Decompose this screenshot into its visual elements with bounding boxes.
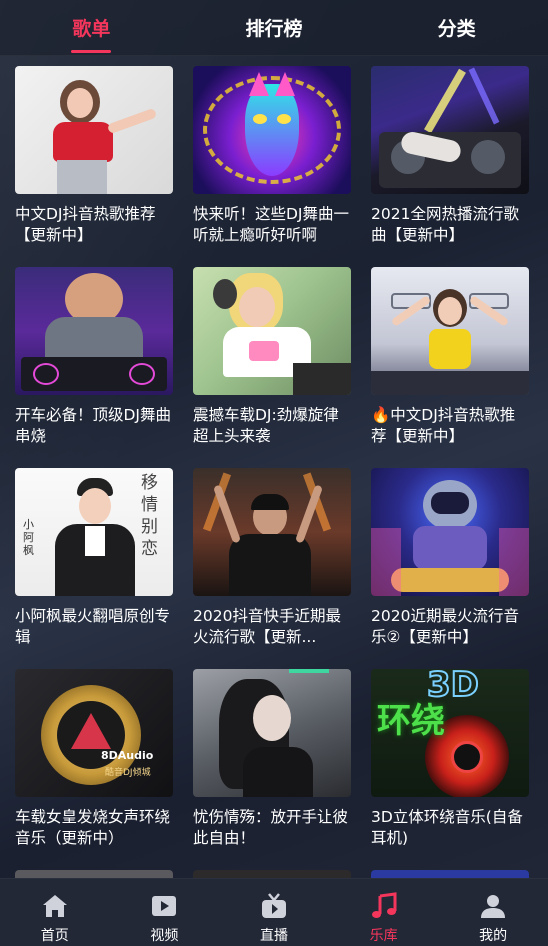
playlist-card[interactable]: 快来听！这些DJ舞曲一听就上瘾听好听啊: [193, 66, 351, 267]
playlist-cover-image: [193, 468, 351, 596]
live-tv-icon: [261, 893, 286, 918]
playlist-grid: 中文DJ抖音热歌推荐【更新中】 快来听！这些DJ舞曲一听就上瘾听好听啊 2021…: [15, 66, 533, 870]
cover-song-title: 移情别恋: [141, 473, 158, 559]
nav-label: 视频: [150, 928, 179, 944]
playlist-cover-image: [15, 66, 173, 194]
playlist-card[interactable]: 2020抖音快手近期最火流行歌【更新...: [193, 468, 351, 669]
playlist-card[interactable]: 忧伤情殇：放开手让彼此自由！: [193, 669, 351, 870]
playlist-cover-image: [193, 66, 351, 194]
nav-label: 乐库: [369, 928, 398, 944]
playlist-card[interactable]: 8DAudio 酷音DJ倾城 车载女皇发烧女声环绕音乐（更新中）: [15, 669, 173, 870]
playlist-card[interactable]: 🔥中文DJ抖音热歌推荐【更新中】: [371, 267, 529, 468]
playlist-card[interactable]: 2020近期最火流行音乐②【更新中】: [371, 468, 529, 669]
playlist-card[interactable]: 开车必备！顶级DJ舞曲串烧: [15, 267, 173, 468]
playlist-cover-image: [371, 66, 529, 194]
playlist-cover-image: 3D 环绕: [371, 669, 529, 797]
home-icon: [42, 895, 67, 917]
playlist-title: 中文DJ抖音热歌推荐【更新中】: [15, 205, 156, 244]
cover-brand-text: 8DAudio: [101, 749, 154, 762]
playlist-title: 2021全网热播流行歌曲【更新中】: [371, 205, 519, 244]
nav-label: 首页: [40, 928, 69, 944]
playlist-card[interactable]: 震撼车载DJ:劲爆旋律超上头来袭: [193, 267, 351, 468]
top-tab-bar: 歌单 排行榜 分类: [0, 0, 548, 56]
nav-profile[interactable]: 我的: [438, 879, 548, 946]
playlist-title: 🔥中文DJ抖音热歌推荐【更新中】: [371, 406, 516, 445]
person-icon: [481, 895, 506, 918]
playlist-title: 车载女皇发烧女声环绕音乐（更新中）: [15, 808, 171, 847]
playlist-cover-image: [15, 870, 173, 878]
playlist-card[interactable]: 3D 环绕 3D立体环绕音乐(自备耳机): [371, 669, 529, 870]
playlist-title: 小阿枫最火翻唱原创专辑: [15, 607, 171, 646]
music-note-icon: [371, 892, 397, 918]
tab-playlists[interactable]: 歌单: [0, 0, 183, 55]
nav-home[interactable]: 首页: [0, 879, 110, 946]
playlist-card[interactable]: 中文DJ抖音热歌推荐【更新中】: [15, 66, 173, 267]
video-icon: [152, 896, 177, 916]
playlist-title: 3D立体环绕音乐(自备耳机): [371, 808, 523, 847]
playlist-title: 2020近期最火流行音乐②【更新中】: [371, 607, 519, 646]
playlist-title: 2020抖音快手近期最火流行歌【更新...: [193, 607, 341, 646]
playlist-cover-image: 小阿枫 移情别恋: [15, 468, 173, 596]
nav-label: 我的: [479, 928, 508, 944]
playlist-title: 震撼车载DJ:劲爆旋律超上头来袭: [193, 406, 339, 445]
playlist-cover-image: [193, 669, 351, 797]
playlist-title: 开车必备！顶级DJ舞曲串烧: [15, 406, 172, 445]
bottom-navigation: 首页 视频 直播 乐库 我的: [0, 878, 548, 946]
nav-live[interactable]: 直播: [219, 879, 329, 946]
playlist-cover-image: 8DAudio 酷音DJ倾城: [15, 669, 173, 797]
playlist-cover-image: [371, 870, 529, 878]
playlist-card[interactable]: 小阿枫 移情别恋 小阿枫最火翻唱原创专辑: [15, 468, 173, 669]
nav-video[interactable]: 视频: [110, 879, 220, 946]
tab-categories[interactable]: 分类: [365, 0, 548, 55]
nav-music-library[interactable]: 乐库: [329, 879, 439, 946]
playlist-cover-image: [371, 267, 529, 395]
nav-label: 直播: [259, 928, 288, 944]
cover-brand-subtitle: 酷音DJ倾城: [105, 768, 151, 778]
playlist-title: 忧伤情殇：放开手让彼此自由！: [193, 808, 349, 847]
cover-artist-name: 小阿枫: [23, 518, 34, 557]
playlist-cover-image: [15, 267, 173, 395]
playlist-cover-image: [193, 267, 351, 395]
playlist-cover-image: [193, 870, 351, 878]
playlist-card[interactable]: 2021全网热播流行歌曲【更新中】: [371, 66, 529, 267]
cover-surround-text: 环绕: [377, 701, 445, 741]
tab-charts[interactable]: 排行榜: [183, 0, 366, 55]
playlist-grid-next-row: [15, 870, 533, 878]
playlist-cover-image: [371, 468, 529, 596]
playlist-title: 快来听！这些DJ舞曲一听就上瘾听好听啊: [193, 205, 350, 244]
